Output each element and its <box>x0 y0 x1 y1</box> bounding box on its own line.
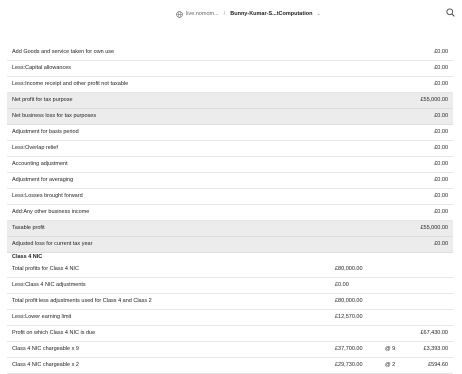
row-label: Adjustment for averaging <box>12 177 74 183</box>
table-row: Add:Any other business income £0.00 <box>7 205 453 221</box>
row-amount: £0.00 <box>434 129 448 135</box>
row-amount: £67,430.00 <box>420 330 448 336</box>
row-label: Less:Capital allowances <box>12 65 72 71</box>
breadcrumb: live.nomom... / Bunny-Kumar-S...tComputa… <box>176 8 321 20</box>
row-label: Add:Any other business income <box>12 209 90 215</box>
row-label: Add Goods and service taken for own use <box>12 49 115 55</box>
row-rate: @ 2 <box>385 362 396 368</box>
table-row: Adjustment for basis period £0.00 <box>7 125 453 141</box>
row-value: £80,000.00 <box>335 266 363 272</box>
globe-icon <box>176 10 183 18</box>
table-row: Total profit less adjustments used for C… <box>7 294 453 310</box>
table-row: Total profits for Class 4 NIC £80,000.00 <box>7 262 453 278</box>
table-row: Less:Lower earning limit £12,570.00 <box>7 310 453 326</box>
row-label: Less:Lower earning limit <box>12 314 72 320</box>
chevron-down-icon[interactable]: ⌄ <box>316 11 320 17</box>
table-row: Class 4 NIC chargeable x 2 £29,730.00 @ … <box>7 358 453 374</box>
breadcrumb-site[interactable]: live.nomom... <box>186 11 219 17</box>
row-value: £12,570.00 <box>335 314 363 320</box>
table-row-highlighted: Net profit for tax purpose £55,000.00 <box>7 93 453 109</box>
row-label: Less:Overlap relief <box>12 145 58 151</box>
row-amount: £55,000.00 <box>420 97 448 103</box>
row-amount: £0.00 <box>434 177 448 183</box>
row-amount: £0.00 <box>434 193 448 199</box>
row-label: Adjustment for basis period <box>12 129 79 135</box>
table-row: Less:Income receipt and other profit not… <box>7 77 453 93</box>
table-row-highlighted: Taxable profit £55,000.00 <box>7 221 453 237</box>
table-row: Class 4 NIC chargeable x 9 £37,700.00 @ … <box>7 342 453 358</box>
table-row: Adjustment for averaging £0.00 <box>7 173 453 189</box>
row-value: £29,730.00 <box>335 362 363 368</box>
table-row: Less:Overlap relief £0.00 <box>7 141 453 157</box>
row-label: Less:Class 4 NIC adjustments <box>12 282 86 288</box>
row-amount: £0.00 <box>434 49 448 55</box>
row-label: Accounting adjustment <box>12 161 68 167</box>
table-row: Less:Class 4 NIC adjustments £0.00 <box>7 278 453 294</box>
row-value: £37,700.00 <box>335 346 363 352</box>
row-amount: £0.00 <box>434 161 448 167</box>
row-amount: £0.00 <box>434 81 448 87</box>
table-row: Add Goods and service taken for own use … <box>7 45 453 61</box>
row-amount: £0.00 <box>434 145 448 151</box>
row-label: Taxable profit <box>12 225 45 231</box>
table-row: Less:Capital allowances £0.00 <box>7 61 453 77</box>
row-label: Net business loss for tax purposes <box>12 113 97 119</box>
row-amount: £0.00 <box>434 113 448 119</box>
row-amount: £3,393.00 <box>423 346 448 352</box>
row-label: Adjusted loss for current tax year <box>12 241 93 247</box>
search-icon[interactable] <box>446 8 455 17</box>
row-label: Net profit for tax purpose <box>12 97 73 103</box>
row-label: Class 4 NIC chargeable x 9 <box>12 346 79 352</box>
row-label: Less:Losses brought forward <box>12 193 83 199</box>
table-row-highlighted: Net business loss for tax purposes £0.00 <box>7 109 453 125</box>
row-amount: £0.00 <box>434 241 448 247</box>
row-value: £80,000.00 <box>335 298 363 304</box>
row-amount: £594.60 <box>428 362 448 368</box>
row-label: Total profit less adjustments used for C… <box>12 298 152 304</box>
row-label: Total profits for Class 4 NIC <box>12 266 79 272</box>
row-amount: £0.00 <box>434 209 448 215</box>
section-title: Class 4 NIC <box>12 254 43 260</box>
breadcrumb-separator: / <box>223 11 226 17</box>
row-amount: £0.00 <box>434 65 448 71</box>
row-rate: @ 9 <box>385 346 396 352</box>
table-row: Profit on which Class 4 NIC is due £67,4… <box>7 326 453 342</box>
row-label: Class 4 NIC chargeable x 2 <box>12 362 79 368</box>
table-row: Accounting adjustment £0.00 <box>7 157 453 173</box>
row-value: £0.00 <box>335 282 349 288</box>
row-amount: £55,000.00 <box>420 225 448 231</box>
row-label: Profit on which Class 4 NIC is due <box>12 330 96 336</box>
top-bar: live.nomom... / Bunny-Kumar-S...tComputa… <box>0 0 462 26</box>
breadcrumb-file-name[interactable]: Bunny-Kumar-S...tComputation <box>230 11 312 17</box>
table-row: Less:Losses brought forward £0.00 <box>7 189 453 205</box>
row-label: Less:Income receipt and other profit not… <box>12 81 129 87</box>
